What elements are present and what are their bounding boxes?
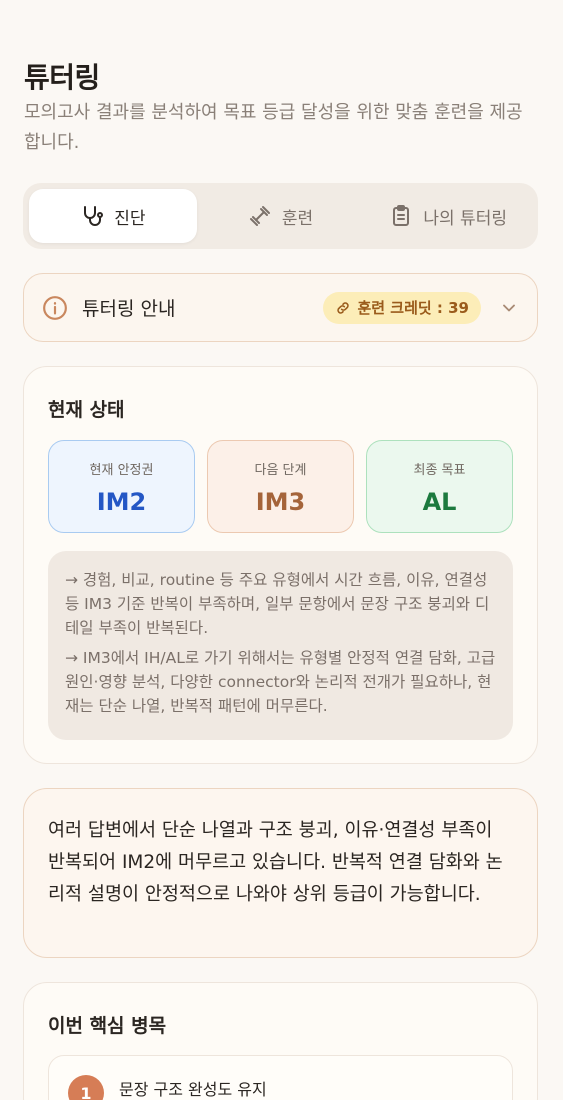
next-grade-box: 다음 단계 IM3 (207, 440, 354, 533)
diagnosis-note: → IM3에서 IH/AL로 가기 위해서는 유형별 안정적 연결 담화, 고급… (65, 649, 496, 715)
link-icon (337, 301, 350, 314)
bottleneck-title: 이번 핵심 병목 (48, 1015, 167, 1037)
current-grade-box: 현재 안정권 IM2 (48, 440, 195, 533)
item-number-badge: 1 (68, 1075, 104, 1100)
tab-bar: 진단 훈련 나의 튜터링 (23, 183, 538, 249)
page-subtitle: 모의고사 결과를 분석하여 목표 등급 달성을 위한 맞춤 훈련을 제공합니다. (24, 102, 523, 153)
dumbbell-icon (249, 206, 270, 226)
tab-label: 진단 (114, 208, 146, 229)
grade-value: AL (422, 488, 457, 516)
diagnosis-notes: → 경험, 비교, routine 등 주요 유형에서 시간 흐름, 이유, 연… (48, 551, 513, 740)
chevron-down-icon[interactable] (499, 298, 519, 318)
tab-diagnosis[interactable]: 진단 (29, 189, 197, 243)
tutoring-guide-accordion[interactable]: 튜터링 안내 훈련 크레딧 : 39 (23, 273, 538, 342)
page-title: 튜터링 (24, 61, 100, 94)
diagnosis-note: → 경험, 비교, routine 등 주요 유형에서 시간 흐름, 이유, 연… (65, 571, 490, 637)
goal-grade-box: 최종 목표 AL (366, 440, 513, 533)
tab-label: 훈련 (281, 208, 314, 229)
bottleneck-item[interactable]: 1 문장 구조 완성도 유지 (48, 1055, 513, 1100)
stethoscope-icon (84, 206, 104, 226)
credit-badge: 훈련 크레딧 : 39 (323, 291, 481, 324)
current-status-card: 현재 상태 현재 안정권 IM2 다음 단계 IM3 최종 목표 AL → 경험… (23, 366, 538, 764)
clipboard-icon (393, 205, 410, 226)
info-icon (43, 295, 67, 320)
grade-label: 현재 안정권 (89, 463, 154, 478)
bottleneck-card: 이번 핵심 병목 1 문장 구조 완성도 유지 (23, 982, 538, 1100)
status-title: 현재 상태 (48, 399, 125, 421)
grade-label: 최종 목표 (413, 463, 466, 478)
tab-training[interactable]: 훈련 (197, 189, 365, 243)
summary-card: 여러 답변에서 단순 나열과 구조 붕괴, 이유·연결성 부족이 반복되어 IM… (23, 788, 538, 958)
item-title: 문장 구조 완성도 유지 (119, 1080, 267, 1099)
guide-label: 튜터링 안내 (82, 298, 176, 320)
credit-label: 훈련 크레딧 : 39 (357, 299, 469, 317)
grade-value: IM2 (96, 488, 147, 516)
tutoring-page: 튜터링 모의고사 결과를 분석하여 목표 등급 달성을 위한 맞춤 훈련을 제공… (0, 0, 563, 1100)
tab-my-tutoring[interactable]: 나의 튜터링 (364, 189, 532, 243)
grade-label: 다음 단계 (254, 463, 307, 478)
tab-label: 나의 튜터링 (423, 208, 507, 229)
grade-value: IM3 (255, 488, 306, 516)
